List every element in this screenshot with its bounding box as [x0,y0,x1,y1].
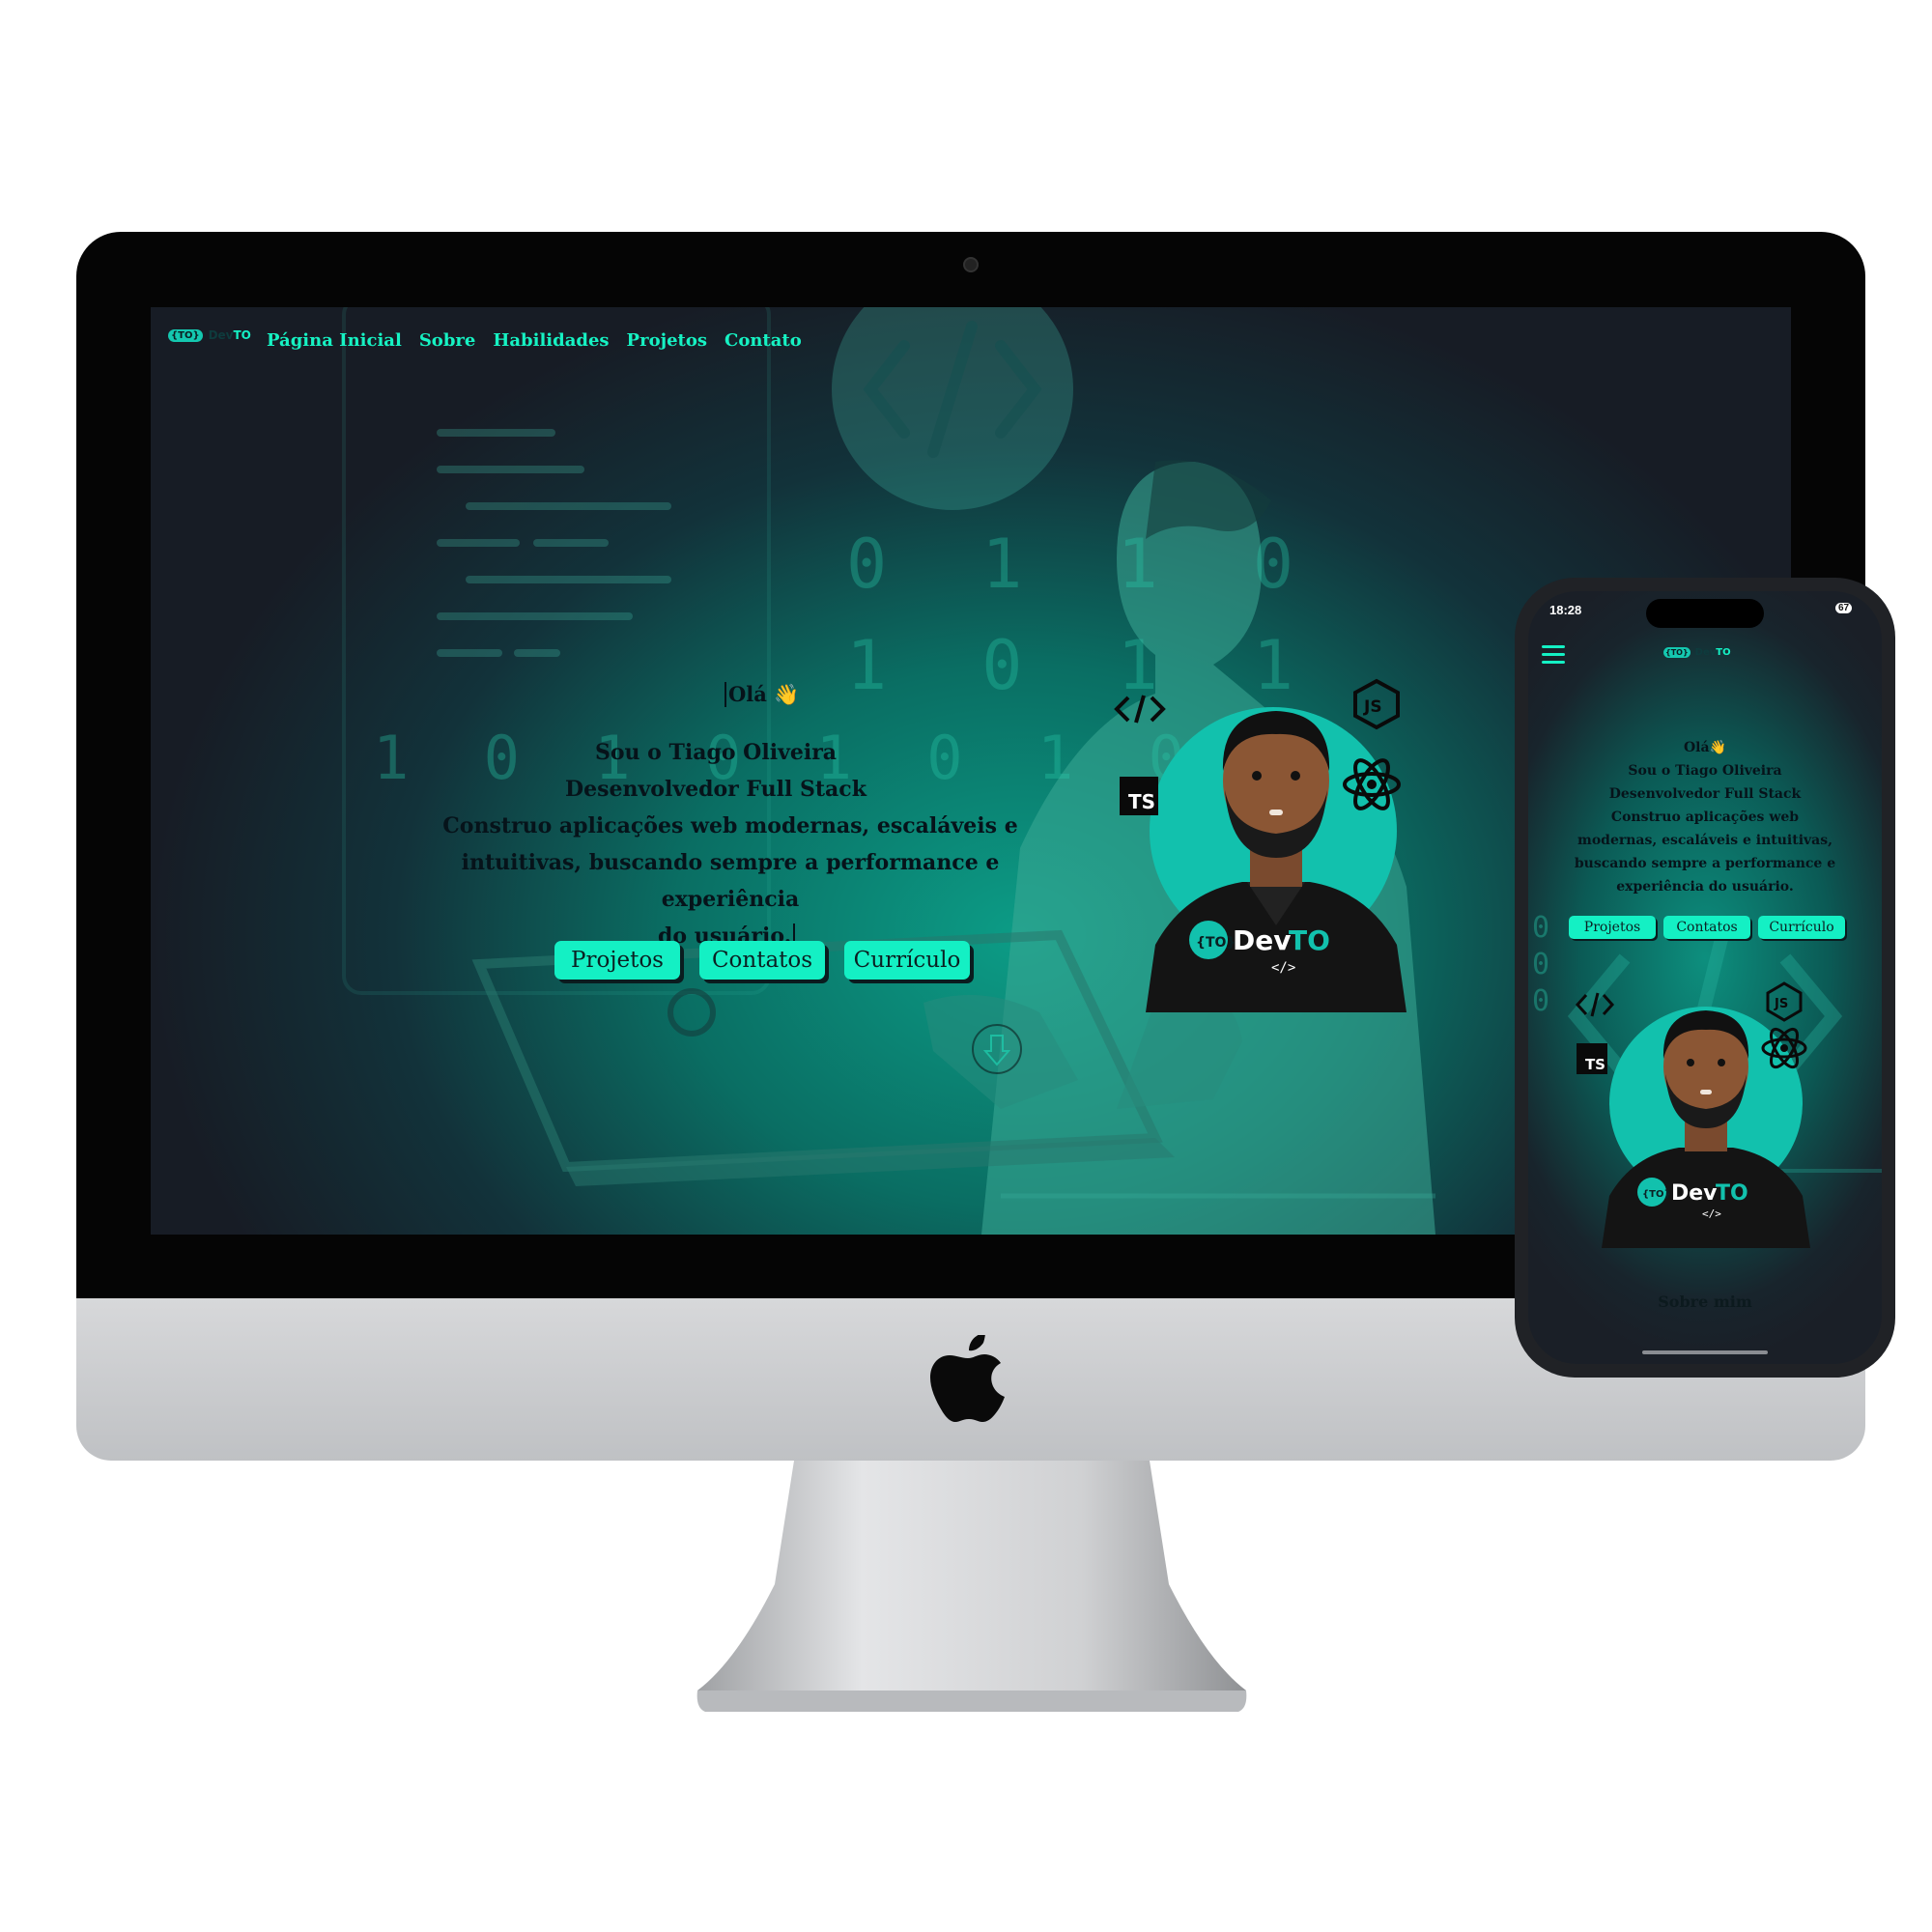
phone-contatos-button[interactable]: Contatos [1663,916,1750,939]
nodejs-icon: JS [1353,678,1400,730]
svg-text:{TO}: {TO} [1642,1189,1671,1200]
menu-icon[interactable] [1542,643,1567,667]
shirt-dev: Dev [1233,924,1291,956]
binary-row: 0 1 1 0 [846,525,1321,604]
hero-name: Sou o Tiago Oliveira [594,740,838,765]
logo-to: TO [233,328,251,342]
logo-dev: Dev [208,328,234,342]
hero-intro: Sou o Tiago Oliveira Desenvolvedor Full … [421,734,1010,808]
shirt-badge: {TO} [1196,935,1236,951]
main-nav: Página Inicial Sobre Habilidades Projeto… [267,330,802,351]
dynamic-island [1646,599,1764,628]
phone-screen: 18:28 67 {TO} Dev TO 000 Olá👋 Sou o Tiag… [1528,591,1882,1364]
contatos-button[interactable]: Contatos [699,941,825,980]
battery-icon: 67 [1835,603,1853,613]
phone-hero: Olá👋 Sou o Tiago Oliveira Desenvolvedor … [1528,736,1882,898]
phone-curriculo-button[interactable]: Currículo [1758,916,1845,939]
phone-typescript-icon: TS [1577,1043,1607,1074]
nav-projetos[interactable]: Projetos [627,330,707,351]
shirt-to: TO [1289,924,1330,956]
svg-text:JS: JS [1363,697,1382,717]
phone-code-icon [1575,992,1615,1017]
phone-logo[interactable]: {TO} Dev TO [1663,647,1731,658]
apple-logo-icon [930,1335,1005,1422]
svg-text:JS: JS [1774,997,1788,1011]
svg-text:</>: </> [1702,1208,1721,1220]
home-indicator [1642,1350,1768,1354]
status-time: 18:28 [1549,603,1582,617]
typescript-icon: TS [1120,777,1158,815]
section-title: Sobre mim [1658,1293,1752,1311]
phone-nodejs-icon: JS [1766,981,1803,1022]
camera-icon [963,257,979,272]
nav-sobre[interactable]: Sobre [419,330,476,351]
svg-text:TO: TO [1716,1181,1748,1206]
phone-react-icon [1761,1027,1807,1069]
code-icon [1114,695,1166,724]
shirt-code: </> [1271,960,1295,976]
svg-text:Dev: Dev [1671,1181,1718,1206]
hero-role: Desenvolvedor Full Stack [565,777,867,802]
scroll-down-icon[interactable] [970,1022,1024,1076]
phone-binary: 000 [1532,911,1550,1018]
phone-greeting: Olá👋 [1683,740,1727,755]
site-logo[interactable]: {TO} Dev TO [168,328,251,342]
logo-badge: {TO} [168,328,203,342]
hero-description: Construo aplicações web modernas, escalá… [442,813,1018,949]
nav-habilidades[interactable]: Habilidades [493,330,609,351]
nav-contato[interactable]: Contato [724,330,802,351]
hero-greeting: Olá 👋 [724,682,799,707]
react-icon [1343,758,1401,810]
curriculo-button[interactable]: Currículo [844,941,970,980]
projetos-button[interactable]: Projetos [554,941,680,980]
nav-pagina-inicial[interactable]: Página Inicial [267,330,402,351]
phone-projetos-button[interactable]: Projetos [1569,916,1656,939]
